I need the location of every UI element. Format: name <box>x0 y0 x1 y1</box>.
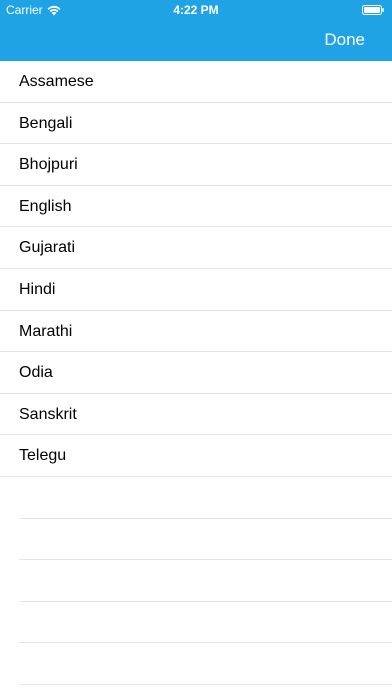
battery-icon <box>362 5 384 15</box>
empty-row <box>19 477 392 519</box>
language-item-sanskrit[interactable]: Sanskrit <box>0 394 392 436</box>
navigation-header: Carrier 4:22 PM Done <box>0 0 392 61</box>
empty-row <box>19 602 392 644</box>
status-bar: Carrier 4:22 PM <box>0 0 392 20</box>
language-list: Assamese Bengali Bhojpuri English Gujara… <box>0 61 392 477</box>
language-item-english[interactable]: English <box>0 186 392 228</box>
empty-row <box>19 560 392 602</box>
language-item-bhojpuri[interactable]: Bhojpuri <box>0 144 392 186</box>
status-time: 4:22 PM <box>173 3 219 17</box>
empty-row <box>19 643 392 685</box>
language-item-marathi[interactable]: Marathi <box>0 311 392 353</box>
empty-table-rows <box>19 477 392 685</box>
done-button[interactable]: Done <box>324 30 365 50</box>
language-item-hindi[interactable]: Hindi <box>0 269 392 311</box>
language-item-telegu[interactable]: Telegu <box>0 435 392 477</box>
language-item-gujarati[interactable]: Gujarati <box>0 227 392 269</box>
language-item-bengali[interactable]: Bengali <box>0 103 392 145</box>
empty-row <box>19 519 392 561</box>
language-item-odia[interactable]: Odia <box>0 352 392 394</box>
language-item-assamese[interactable]: Assamese <box>0 61 392 103</box>
